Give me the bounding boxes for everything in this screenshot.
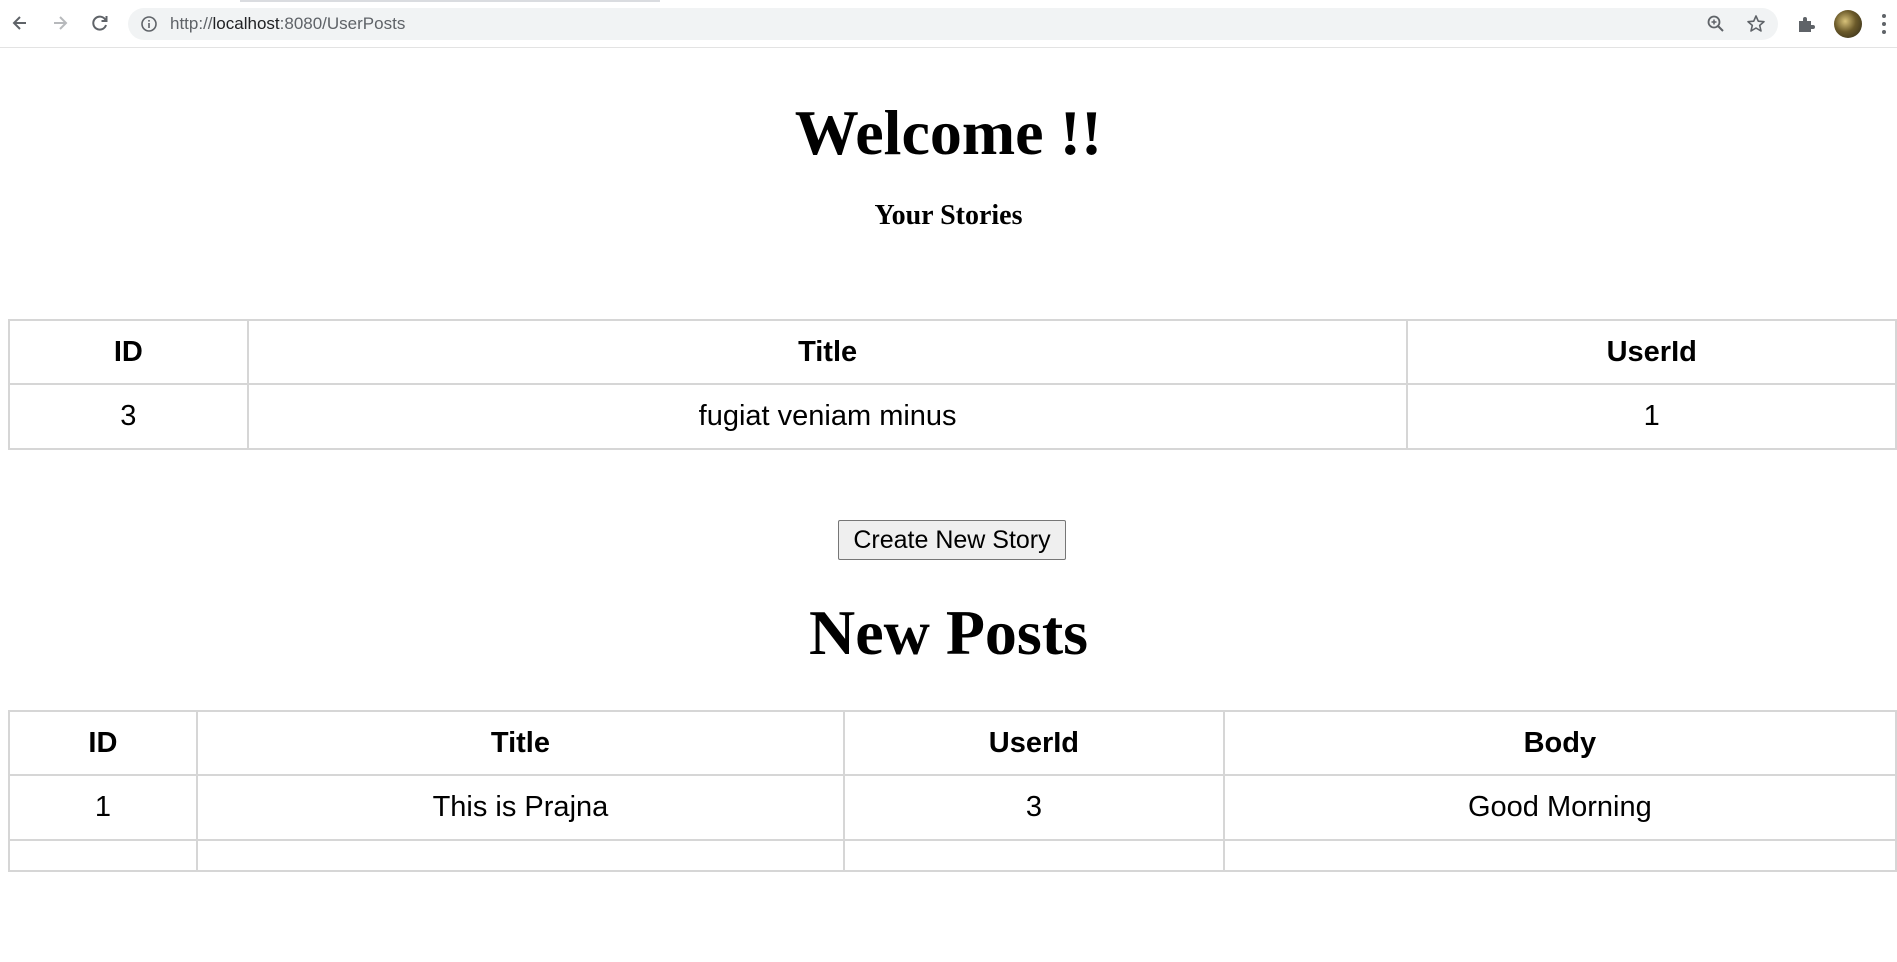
- stories-header-row: ID Title UserId: [8, 319, 1897, 385]
- back-arrow-icon: [12, 16, 26, 30]
- create-new-story-button[interactable]: Create New Story: [838, 520, 1066, 560]
- extensions-puzzle-icon[interactable]: [1796, 14, 1816, 34]
- posts-header-userid: UserId: [843, 710, 1225, 776]
- post-userid-cell: 3: [843, 774, 1225, 841]
- stories-header-title: Title: [246, 319, 1409, 385]
- posts-header-id: ID: [8, 710, 198, 776]
- bookmark-star-icon[interactable]: [1746, 14, 1766, 34]
- your-stories-heading: Your Stories: [874, 200, 1023, 231]
- new-posts-heading: New Posts: [808, 597, 1089, 668]
- zoom-icon[interactable]: [1706, 14, 1726, 34]
- table-row: 3 fugiat veniam minus 1: [8, 383, 1897, 450]
- empty-cell: [195, 839, 846, 872]
- url-scheme: http://: [170, 14, 213, 33]
- empty-cell: [8, 839, 198, 872]
- reload-icon: [92, 15, 108, 31]
- url-text[interactable]: http://localhost:8080/UserPosts: [170, 8, 405, 40]
- empty-cell: [1222, 839, 1897, 872]
- empty-cell: [843, 839, 1225, 872]
- empty-table-row: [8, 839, 1897, 872]
- table-row: 1 This is Prajna 3 Good Morning: [8, 774, 1897, 841]
- story-title-cell: fugiat veniam minus: [246, 383, 1409, 450]
- url-host: localhost: [212, 14, 280, 33]
- url-path: :8080/UserPosts: [279, 14, 406, 33]
- story-userid-cell: 1: [1406, 383, 1897, 450]
- browser-toolbar: http://localhost:8080/UserPosts: [0, 0, 1897, 48]
- posts-header-body: Body: [1222, 710, 1897, 776]
- welcome-heading: Welcome !!: [794, 97, 1103, 168]
- post-title-cell: This is Prajna: [195, 774, 846, 841]
- post-id-cell: 1: [8, 774, 198, 841]
- stories-header-userid: UserId: [1406, 319, 1897, 385]
- posts-header-row: ID Title UserId Body: [8, 710, 1897, 776]
- back-button[interactable]: [5, 8, 35, 38]
- post-body-cell: Good Morning: [1222, 774, 1897, 841]
- reload-button[interactable]: [85, 8, 115, 38]
- forward-button[interactable]: [45, 8, 75, 38]
- stories-table: ID Title UserId 3 fugiat veniam minus 1: [8, 319, 1897, 450]
- profile-avatar[interactable]: [1834, 10, 1862, 38]
- address-bar[interactable]: http://localhost:8080/UserPosts: [128, 8, 1778, 40]
- browser-menu-icon[interactable]: [1880, 12, 1888, 36]
- posts-header-title: Title: [195, 710, 846, 776]
- tab-strip-edge: [240, 0, 660, 2]
- posts-table: ID Title UserId Body 1 This is Prajna 3 …: [8, 710, 1897, 872]
- stories-header-id: ID: [8, 319, 249, 385]
- site-info-icon[interactable]: [140, 15, 158, 33]
- story-id-cell: 3: [8, 383, 249, 450]
- forward-arrow-icon: [54, 16, 68, 30]
